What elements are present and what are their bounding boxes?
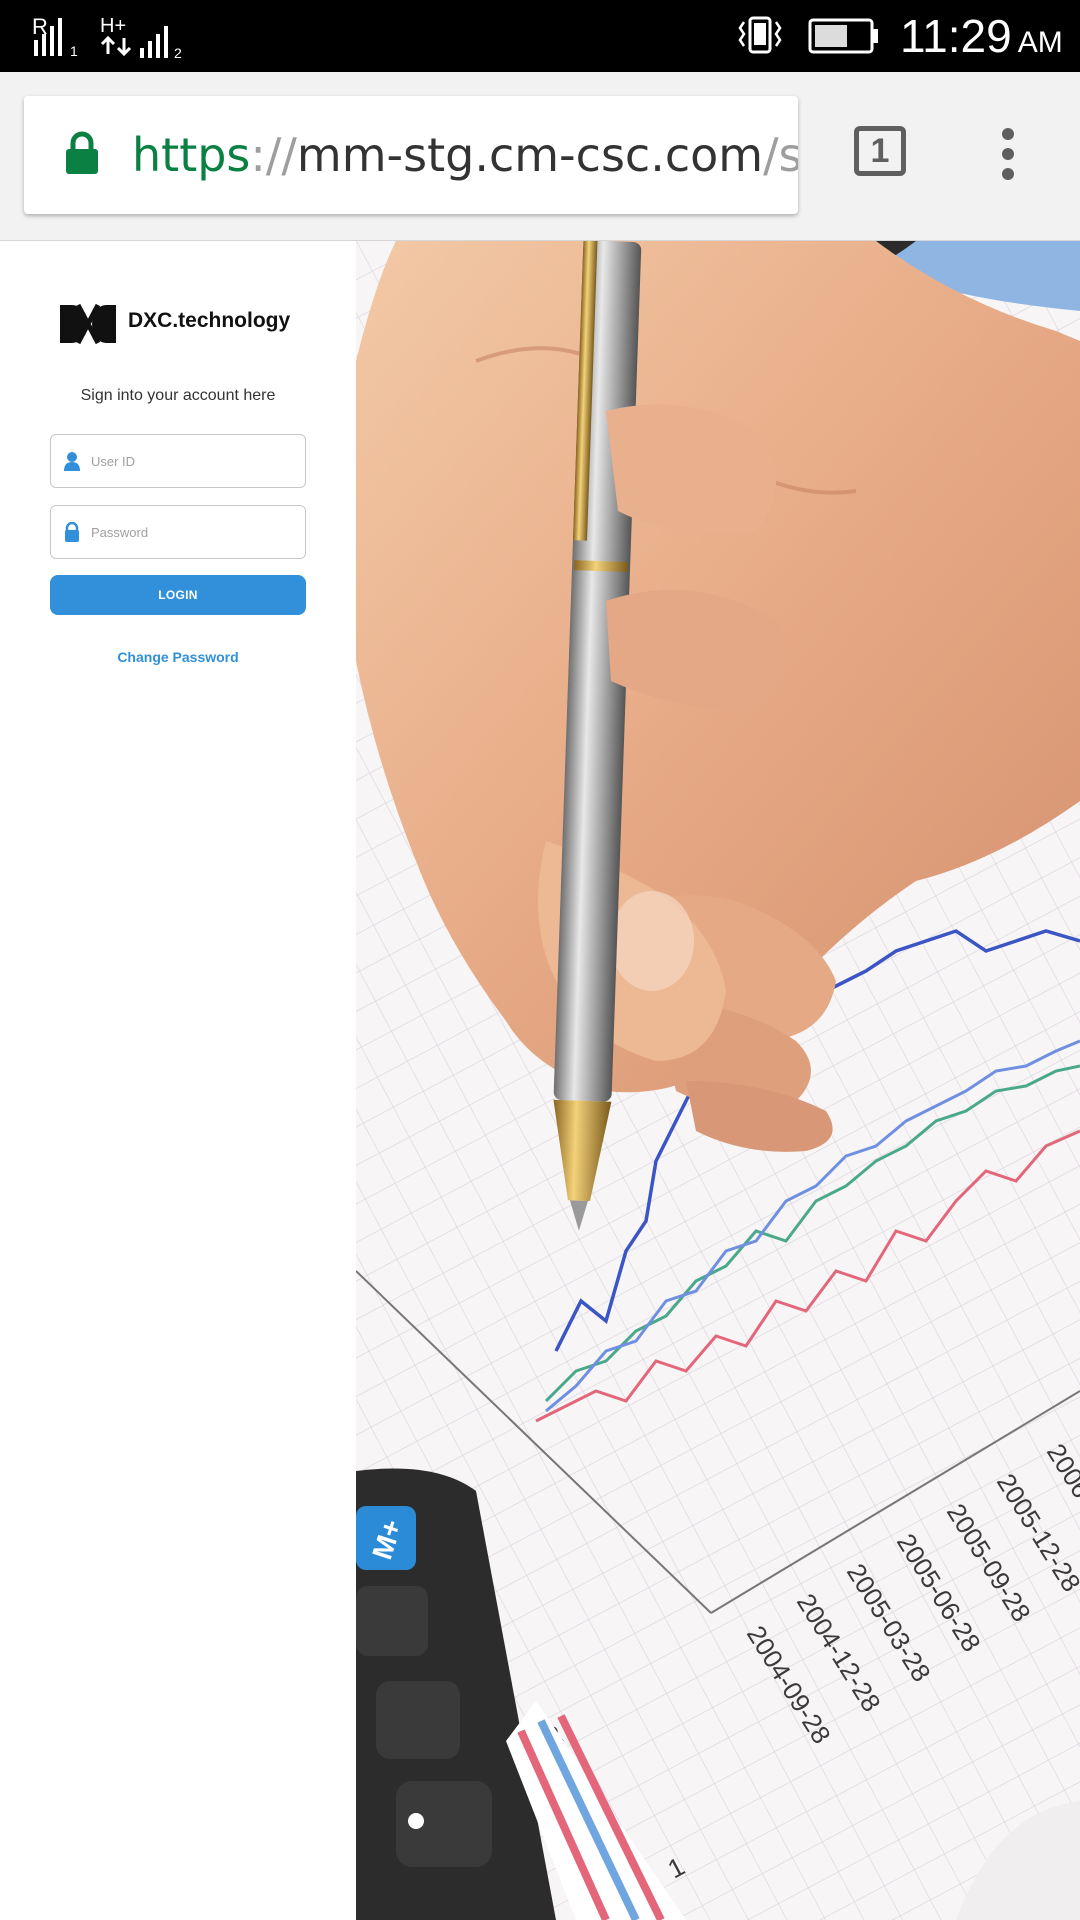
- hand-writing-on-chart-illustration: 6 4 3 2 1 2004-09-28 2004-12-28 2005-03-…: [356, 241, 1080, 1920]
- password-input[interactable]: [91, 506, 299, 558]
- brand-name: DXC.technology: [128, 309, 291, 332]
- address-bar[interactable]: https://mm-stg.cm-csc.com/s: [24, 96, 798, 214]
- status-bar: R 1 H+ 2 11:29 AM: [0, 0, 1080, 72]
- login-panel: DXC.technology Sign into your account he…: [0, 241, 356, 1920]
- svg-text:2: 2: [174, 45, 182, 60]
- dxc-logo-mark-icon: [60, 303, 116, 345]
- signal-strength-icon: R 1: [32, 14, 78, 58]
- lock-icon[interactable]: [64, 130, 100, 176]
- user-id-field[interactable]: [50, 434, 306, 488]
- lock-icon: [65, 522, 79, 542]
- clock-ampm: AM: [1017, 26, 1063, 59]
- vibrate-icon: [738, 16, 782, 54]
- url-scheme: https: [132, 128, 251, 182]
- browser-toolbar: https://mm-stg.cm-csc.com/s 1: [0, 72, 1080, 241]
- password-field[interactable]: [50, 505, 306, 559]
- brand-logo: DXC.technology: [60, 303, 290, 347]
- hero-image: 6 4 3 2 1 2004-09-28 2004-12-28 2005-03-…: [356, 241, 1080, 1920]
- url-host: mm-stg.cm-csc.com: [296, 128, 764, 182]
- login-button[interactable]: LOGIN: [50, 575, 306, 615]
- overflow-menu-icon[interactable]: [996, 126, 1020, 182]
- svg-text:1: 1: [70, 43, 78, 58]
- clock-time: 11:29: [900, 10, 1012, 62]
- url-path: /s: [763, 128, 798, 182]
- battery-icon: [808, 18, 878, 54]
- user-icon: [64, 452, 80, 471]
- signin-heading: Sign into your account here: [80, 387, 276, 404]
- url-separator: ://: [250, 128, 297, 182]
- clock: 11:29 AM: [900, 8, 1063, 64]
- user-id-input[interactable]: [91, 435, 299, 487]
- change-password-link[interactable]: Change Password: [0, 649, 356, 665]
- svg-text:H+: H+: [100, 15, 126, 37]
- network-type-icon: H+ 2: [100, 15, 182, 60]
- tab-switcher-button[interactable]: 1: [854, 126, 906, 176]
- web-page: DXC.technology Sign into your account he…: [0, 241, 1080, 1920]
- url-text[interactable]: https://mm-stg.cm-csc.com/s: [132, 124, 798, 186]
